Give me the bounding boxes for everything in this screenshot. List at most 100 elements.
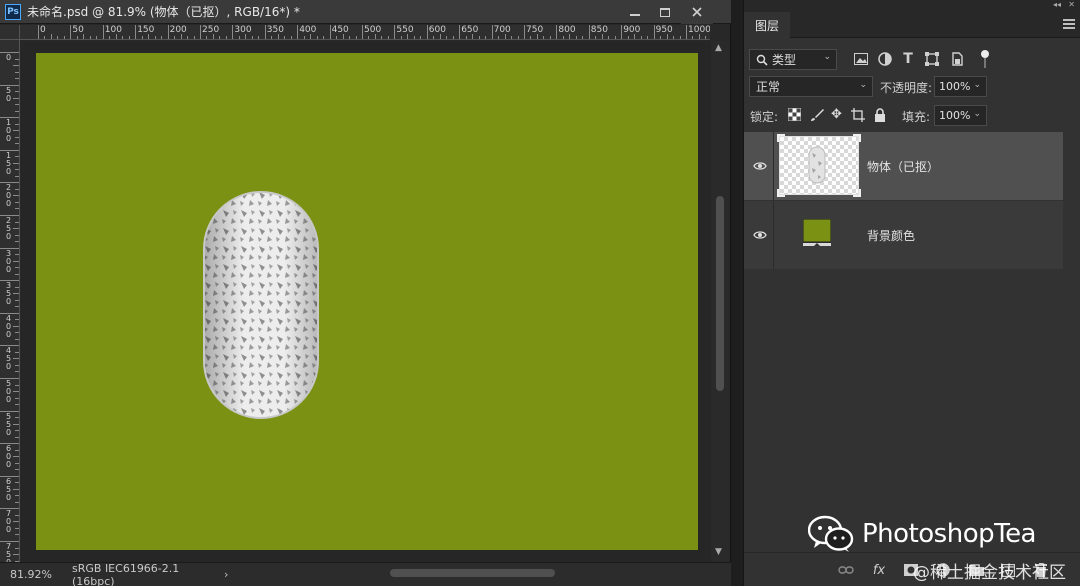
smart-object-filter-icon[interactable] xyxy=(949,51,965,67)
ruler-label: 650 xyxy=(461,25,479,35)
ruler-minor-tick xyxy=(206,36,208,39)
lock-transparent-pixels-icon[interactable] xyxy=(787,107,802,122)
filter-toggle-switch[interactable] xyxy=(980,50,990,70)
ruler-minor-tick xyxy=(15,273,19,275)
ruler-minor-tick xyxy=(15,123,19,125)
ruler-minor-tick xyxy=(13,325,19,327)
lock-artboard-icon[interactable] xyxy=(850,107,865,122)
ruler-minor-tick xyxy=(420,36,422,39)
chevron-down-icon: ⌄ xyxy=(973,80,981,90)
ruler-minor-tick xyxy=(368,36,370,39)
close-panel-icon[interactable]: ✕ xyxy=(1068,0,1075,9)
lock-all-icon[interactable] xyxy=(872,107,887,122)
status-menu-arrow[interactable]: › xyxy=(224,568,228,581)
ruler-tick xyxy=(38,25,39,39)
document-titlebar[interactable]: Ps 未命名.psd @ 81.9% (物体（已抠）, RGB/16*) * xyxy=(0,0,731,24)
tab-layers[interactable]: 图层 xyxy=(744,12,790,38)
eye-icon[interactable] xyxy=(753,160,767,172)
fill-field[interactable]: 100% ⌄ xyxy=(934,105,987,126)
layer-row-background-color[interactable]: 背景颜色 xyxy=(744,201,1063,269)
lock-image-pixels-brush-icon[interactable] xyxy=(809,107,824,122)
ruler-label: 400 xyxy=(299,25,317,35)
horizontal-scrollbar[interactable] xyxy=(255,567,705,579)
layer-row-object[interactable]: 物体（已抠） xyxy=(744,132,1063,200)
ruler-minor-tick xyxy=(13,228,19,230)
ruler-minor-tick xyxy=(595,36,597,39)
search-icon xyxy=(756,54,768,66)
ruler-tick xyxy=(232,25,234,39)
object-layer-capsule[interactable] xyxy=(202,190,320,420)
filter-kind-label: 类型 xyxy=(772,53,797,67)
ruler-minor-tick xyxy=(76,36,78,39)
ruler-tick xyxy=(70,25,72,39)
ruler-minor-tick xyxy=(15,306,19,308)
filter-kind-select[interactable]: 类型 ⌄ xyxy=(749,49,837,70)
vertical-ruler[interactable]: 0 50 100 150 200 250 300 350 400 450 500 550 600 650 7… xyxy=(0,40,20,562)
watermark-brand: PhotoshopTea xyxy=(862,519,1037,549)
maximize-button[interactable] xyxy=(649,0,681,24)
layer-name-background-color[interactable]: 背景颜色 xyxy=(867,227,915,244)
close-icon xyxy=(692,7,702,17)
layers-panel: ◂◂ ✕ 图层 类型 ⌄ T 正常 ⌄ 不透明度: 100% ⌄ 锁定: ✥ 填… xyxy=(743,0,1080,586)
color-profile: sRGB IEC61966-2.1 (16bpc) xyxy=(72,561,180,586)
ruler-label: 450 xyxy=(331,25,349,35)
layer-name-object[interactable]: 物体（已抠） xyxy=(867,158,939,175)
panel-menu-icon[interactable] xyxy=(1063,19,1075,29)
ruler-minor-tick xyxy=(15,267,19,269)
canvas-area[interactable] xyxy=(21,41,711,562)
ruler-label: 250 xyxy=(6,216,12,241)
ruler-minor-tick xyxy=(15,143,19,145)
scroll-up-icon[interactable]: ▲ xyxy=(715,43,722,53)
link-layers-icon[interactable] xyxy=(838,562,854,578)
adjustment-filter-icon[interactable] xyxy=(877,51,893,67)
collapse-panel-icon[interactable]: ◂◂ xyxy=(1053,0,1061,9)
horizontal-ruler[interactable]: 0 50 100 150 200 250 300 350 400 450 500 550 600 650 7… xyxy=(20,25,710,40)
horizontal-scroll-thumb[interactable] xyxy=(390,569,555,577)
zoom-field[interactable]: 81.92% xyxy=(10,568,58,581)
ruler-origin[interactable] xyxy=(0,25,20,40)
layer-style-fx-icon[interactable]: fx xyxy=(871,562,887,578)
minimize-button[interactable] xyxy=(619,0,651,24)
ruler-minor-tick xyxy=(15,514,19,516)
ruler-minor-tick xyxy=(15,254,19,256)
canvas[interactable] xyxy=(36,53,698,550)
image-filter-icon[interactable] xyxy=(853,51,869,67)
ruler-label: 300 xyxy=(234,25,252,35)
ruler-label: 500 xyxy=(6,379,12,404)
ruler-minor-tick xyxy=(193,36,195,39)
ruler-label: 250 xyxy=(202,25,220,35)
fill-layer-thumbnail[interactable] xyxy=(802,218,832,247)
ruler-label: 150 xyxy=(137,25,155,35)
ruler-minor-tick xyxy=(15,482,19,484)
close-button[interactable] xyxy=(681,0,713,24)
ruler-minor-tick xyxy=(13,97,19,99)
opacity-field[interactable]: 100% ⌄ xyxy=(934,76,987,97)
ruler-minor-tick xyxy=(15,384,19,386)
scroll-down-icon[interactable]: ▼ xyxy=(715,547,722,557)
lock-position-move-icon[interactable]: ✥ xyxy=(829,107,844,122)
ruler-minor-tick xyxy=(15,299,19,301)
chevron-down-icon: ⌄ xyxy=(973,109,981,119)
ruler-label: 750 xyxy=(6,542,12,563)
ruler-minor-tick xyxy=(15,136,19,138)
ruler-minor-tick xyxy=(323,36,325,39)
type-filter-icon[interactable]: T xyxy=(900,51,916,67)
vertical-scrollbar[interactable]: ▲ ▼ xyxy=(711,41,729,562)
vertical-scroll-thumb[interactable] xyxy=(716,196,724,391)
ruler-label: 800 xyxy=(558,25,576,35)
ruler-minor-tick xyxy=(446,36,448,39)
ruler-minor-tick xyxy=(13,293,19,295)
ruler-minor-tick xyxy=(13,195,19,197)
ruler-label: 700 xyxy=(493,25,511,35)
layer-thumbnail-object[interactable] xyxy=(777,134,861,197)
shape-filter-icon[interactable] xyxy=(924,51,940,67)
ruler-minor-tick xyxy=(608,36,610,39)
ruler-minor-tick xyxy=(15,286,19,288)
ruler-minor-tick xyxy=(109,36,111,39)
ruler-minor-tick xyxy=(15,71,19,73)
ruler-minor-tick xyxy=(15,469,19,471)
ruler-tick xyxy=(329,25,331,39)
ruler-minor-tick xyxy=(251,36,253,39)
blend-mode-select[interactable]: 正常 ⌄ xyxy=(749,76,873,97)
eye-icon[interactable] xyxy=(753,229,767,241)
